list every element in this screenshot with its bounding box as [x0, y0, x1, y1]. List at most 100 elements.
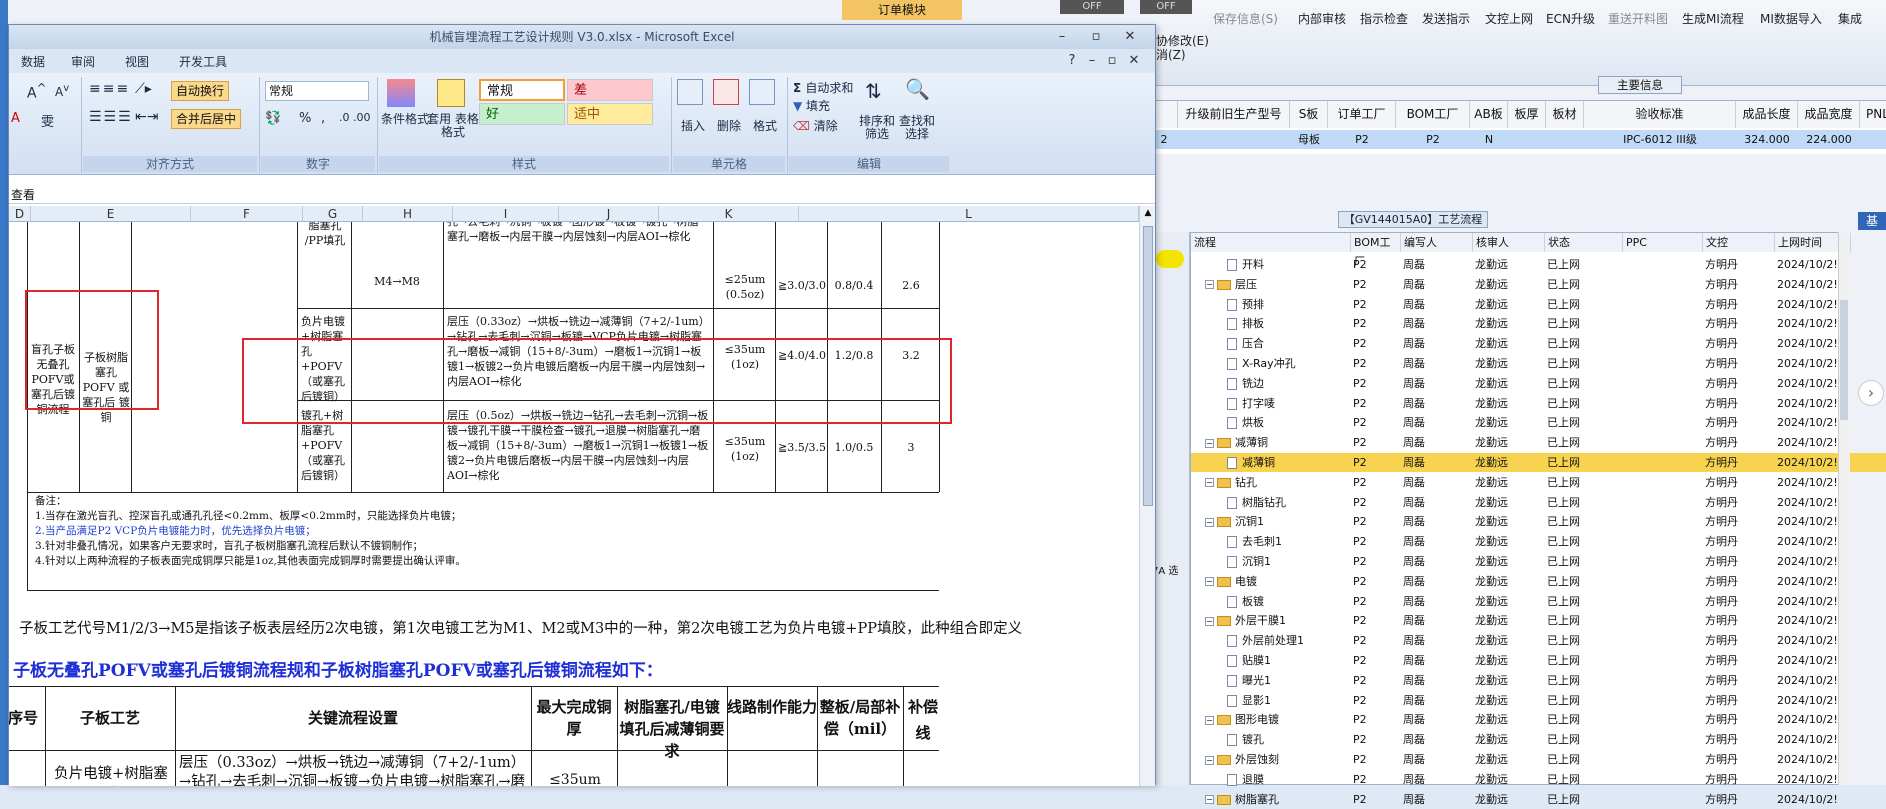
- flow-row[interactable]: 曝光1 P2 周磊 龙勤远 已上网 方明丹 2024/10/2!: [1191, 671, 1886, 690]
- help-icon[interactable]: ?: [1063, 53, 1081, 69]
- doc-minimize-icon[interactable]: –: [1083, 53, 1101, 69]
- grid1-cell[interactable]: [1508, 130, 1584, 149]
- instruction-check-button[interactable]: 指示检查: [1360, 10, 1408, 27]
- column-header[interactable]: K: [659, 206, 799, 222]
- cell-row3-k[interactable]: ≧3.5/3.5: [777, 440, 827, 455]
- flow-row[interactable]: − 图形电镀 P2 周磊 龙勤远 已上网 方明丹 2024/10/2!: [1191, 710, 1886, 729]
- flow-row[interactable]: − 外层蚀刻 P2 周磊 龙勤远 已上网 方明丹 2024/10/2!: [1191, 750, 1886, 769]
- comma-button[interactable]: ,: [321, 111, 325, 126]
- close-icon[interactable]: ✕: [1121, 29, 1139, 45]
- flow-row[interactable]: − 减薄铜 P2 周磊 龙勤远 已上网 方明丹 2024/10/2!: [1191, 433, 1886, 452]
- flow-row[interactable]: 沉铜1 P2 周磊 龙勤远 已上网 方明丹 2024/10/2!: [1191, 552, 1886, 571]
- flow-row[interactable]: − 树脂塞孔 P2 周磊 龙勤远 已上网 方明丹 2024/10/2!: [1191, 790, 1886, 809]
- grid1-header[interactable]: 升级前旧生产型号: [1178, 101, 1290, 128]
- grid1-cell[interactable]: IPC-6012 III级: [1584, 130, 1736, 149]
- flow-row[interactable]: − 沉铜1 P2 周磊 龙勤远 已上网 方明丹 2024/10/2!: [1191, 512, 1886, 531]
- collapse-icon[interactable]: −: [1205, 517, 1214, 527]
- grid1-cell[interactable]: N: [1470, 130, 1508, 149]
- flow-row[interactable]: 排板 P2 周磊 龙勤远 已上网 方明丹 2024/10/2!: [1191, 314, 1886, 333]
- doc-online-button[interactable]: 文控上网: [1485, 10, 1533, 27]
- vertical-scrollbar[interactable]: ▲: [1139, 206, 1155, 786]
- grow-font-icon[interactable]: A^: [27, 81, 46, 102]
- grid1-header[interactable]: AB板: [1470, 101, 1508, 128]
- t2-header[interactable]: 补偿: [903, 696, 943, 718]
- right-tab[interactable]: 基: [1858, 212, 1886, 230]
- tab-data[interactable]: 数据: [21, 53, 45, 70]
- grid1-header[interactable]: PNL规格: [1860, 101, 1886, 128]
- flow-header[interactable]: 文控: [1703, 233, 1775, 252]
- flow-header[interactable]: 流程: [1191, 233, 1351, 252]
- window-title-bar[interactable]: 机械盲埋流程工艺设计规则 V3.0.xlsx - Microsoft Excel…: [9, 25, 1155, 49]
- internal-review-button[interactable]: 内部审核: [1298, 10, 1346, 27]
- grid1-cell[interactable]: 224.000: [1798, 130, 1860, 149]
- mi-data-import-button[interactable]: MI数据导入: [1760, 10, 1822, 27]
- send-instruction-button[interactable]: 发送指示: [1422, 10, 1470, 27]
- integrate-button[interactable]: 集成: [1838, 10, 1862, 27]
- collapse-icon[interactable]: −: [1205, 280, 1214, 290]
- column-header[interactable]: H: [363, 206, 453, 222]
- tab-developer[interactable]: 开发工具: [179, 53, 227, 70]
- t2-header[interactable]: 整板/局部补偿（mil）: [817, 696, 903, 740]
- column-header[interactable]: J: [559, 206, 659, 222]
- column-header[interactable]: D: [9, 206, 31, 222]
- flow-row[interactable]: 贴膜1 P2 周磊 龙勤远 已上网 方明丹 2024/10/2!: [1191, 651, 1886, 670]
- sort-filter-button[interactable]: 排序和 筛选: [857, 115, 897, 141]
- cell-top-g[interactable]: 脂塞孔 /PP填孔: [301, 222, 349, 248]
- column-header[interactable]: E: [31, 206, 191, 222]
- font-color-icon[interactable]: A: [11, 111, 20, 126]
- order-module-tab[interactable]: 订单模块: [842, 0, 962, 20]
- flow-row[interactable]: X-Ray冲孔 P2 周磊 龙勤远 已上网 方明丹 2024/10/2!: [1191, 354, 1886, 373]
- percent-button[interactable]: %: [299, 111, 311, 126]
- grid1-cell[interactable]: P2: [1328, 130, 1396, 149]
- flow-row[interactable]: − 外层干膜1 P2 周磊 龙勤远 已上网 方明丹 2024/10/2!: [1191, 611, 1886, 630]
- grid1-header[interactable]: BOM工厂: [1396, 101, 1470, 128]
- conditional-format-icon[interactable]: [387, 79, 415, 107]
- autosum-button[interactable]: Σ 自动求和: [793, 79, 853, 96]
- flow-row[interactable]: 开料 P2 周磊 龙勤远 已上网 方明丹 2024/10/2!: [1191, 255, 1886, 274]
- flow-row[interactable]: 显影1 P2 周磊 龙勤远 已上网 方明丹 2024/10/2!: [1191, 691, 1886, 710]
- grid1-cell[interactable]: P2: [1396, 130, 1470, 149]
- column-header[interactable]: F: [191, 206, 303, 222]
- cell-top-h[interactable]: M4→M8: [355, 274, 439, 289]
- collapse-icon[interactable]: −: [1205, 616, 1214, 626]
- format-button[interactable]: 格式: [753, 117, 777, 134]
- flow-row[interactable]: 打字唛 P2 周磊 龙勤远 已上网 方明丹 2024/10/2!: [1191, 394, 1886, 413]
- grid1-header[interactable]: 板厚: [1508, 101, 1546, 128]
- cell-row3-k2[interactable]: 1.0/0.5: [829, 440, 879, 455]
- collapse-icon[interactable]: −: [1205, 755, 1214, 765]
- style-bad[interactable]: 差: [567, 79, 653, 101]
- t2-header[interactable]: 子板工艺: [45, 707, 175, 729]
- flow-scroll-thumb[interactable]: [1840, 300, 1848, 420]
- insert-button[interactable]: 插入: [681, 117, 705, 134]
- flow-row[interactable]: − 层压 P2 周磊 龙勤远 已上网 方明丹 2024/10/2!: [1191, 275, 1886, 294]
- indent-icon[interactable]: ⇤⇥: [135, 109, 158, 125]
- delete-cells-icon[interactable]: [713, 79, 739, 105]
- grid1-cell[interactable]: [1860, 130, 1886, 149]
- phonetic-icon[interactable]: 雯: [41, 111, 54, 130]
- scroll-up-icon[interactable]: ▲: [1142, 208, 1154, 220]
- flow-header[interactable]: BOM工厂: [1351, 233, 1401, 268]
- column-header[interactable]: I: [453, 206, 559, 222]
- find-select-button[interactable]: 查找和 选择: [897, 115, 937, 141]
- collapse-icon[interactable]: −: [1205, 795, 1214, 805]
- fill-button[interactable]: ▼ 填充: [793, 97, 830, 114]
- flow-header[interactable]: 状态: [1545, 233, 1623, 252]
- cell-top-j[interactable]: ≤25um (0.5oz): [717, 272, 773, 302]
- resend-cut-drawing-button[interactable]: 重送开料图: [1608, 10, 1668, 27]
- t2-row1-thickness[interactable]: ≤35um: [535, 772, 615, 786]
- column-header[interactable]: L: [799, 206, 1139, 222]
- flow-header[interactable]: 编写人: [1401, 233, 1473, 252]
- save-info-button[interactable]: 保存信息(S): [1213, 10, 1278, 27]
- cell-top-i[interactable]: 孔→去毛刺→沉铜→板镀→图形镀→板镀→镀孔→树脂塞孔→磨板→内层干膜→内层蚀刻→…: [447, 222, 709, 244]
- number-format-select[interactable]: 常规: [265, 81, 369, 101]
- cell-top-l[interactable]: 2.6: [883, 278, 939, 293]
- t2-header[interactable]: 线路制作能力: [727, 696, 817, 718]
- format-table-button[interactable]: 套用 表格格式: [427, 113, 479, 139]
- align-left-icon[interactable]: ☰☰☰: [89, 109, 133, 125]
- cell-top-k[interactable]: ≧3.0/3.0: [777, 278, 827, 293]
- flow-header[interactable]: 核审人: [1473, 233, 1545, 252]
- grid1-cell[interactable]: 母板: [1290, 130, 1328, 149]
- wrap-text-button[interactable]: 自动换行: [171, 81, 230, 101]
- tab-view[interactable]: 视图: [125, 53, 149, 70]
- cell-row3-l[interactable]: 3: [883, 440, 939, 455]
